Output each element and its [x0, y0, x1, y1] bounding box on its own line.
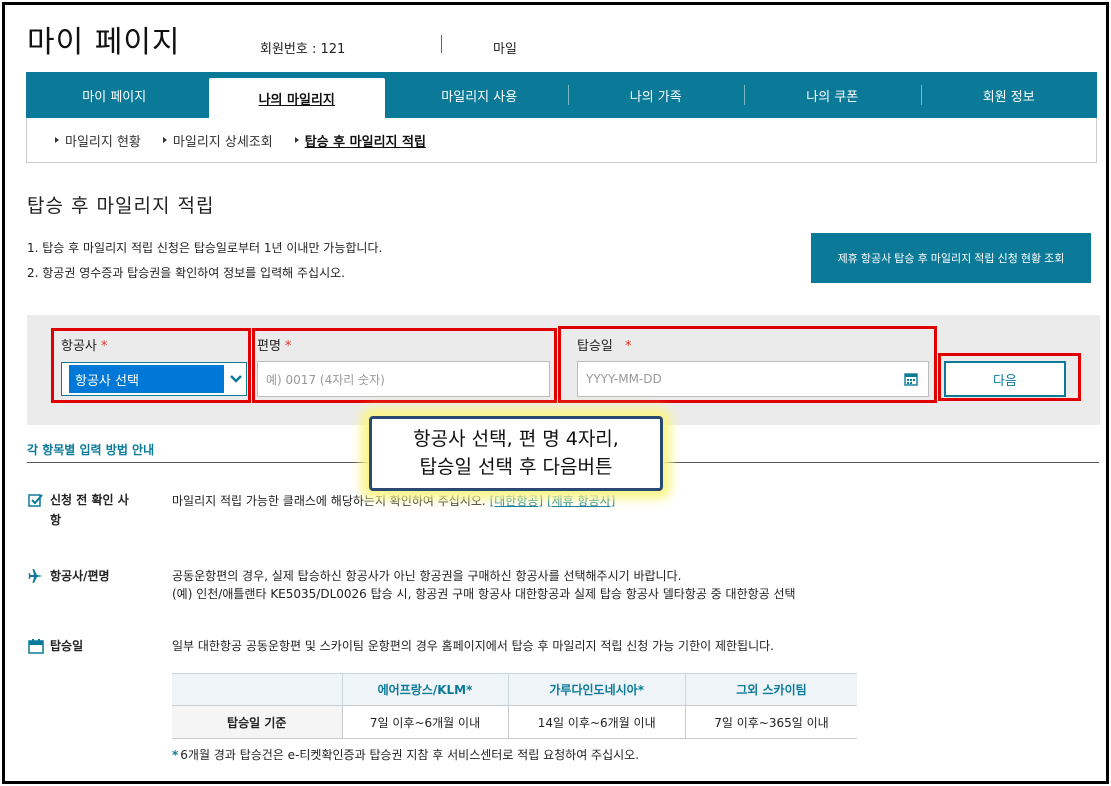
guide-head-precheck: 신청 전 확인 사 항	[50, 493, 129, 527]
guide-head-airline: 항공사/편명	[50, 569, 110, 583]
next-button[interactable]: 다음	[944, 361, 1066, 397]
guide-text-precheck: 마일리지 적립 가능한 클래스에 해당하는지 확인하여 주십시오. [대한항공]…	[172, 494, 616, 508]
boarding-date-label: 탑승일 *	[577, 339, 632, 354]
table-row-label: 탑승일 기준	[172, 705, 343, 739]
flight-label: 편명 *	[257, 339, 292, 354]
airline-select[interactable]: 항공사 선택	[61, 362, 247, 396]
guide-title: 각 항목별 입력 방법 안내	[27, 443, 155, 457]
tab-my-family[interactable]: 나의 가족	[567, 72, 745, 118]
table-header	[172, 673, 343, 706]
header-divider	[441, 35, 442, 53]
main-tabs: 마이 페이지 나의 마일리지 마일리지 사용 나의 가족 나의 쿠폰 회원 정보	[26, 72, 1097, 118]
mileage-label: 마일	[493, 42, 517, 57]
guide-text-date: 일부 대한항공 공동운항편 및 스카이팀 운항편의 경우 홈페이지에서 탑승 후…	[172, 639, 774, 653]
window-frame: 마이 페이지 회원번호 : 121 마일 마이 페이지 나의 마일리지 마일리지…	[2, 2, 1109, 784]
table-cell: 14일 이후~6개월 이내	[508, 705, 686, 739]
guide-text-airline: 공동운항편의 경우, 실제 탑승하신 항공사가 아닌 항공권을 구매하신 항공사…	[172, 569, 796, 601]
chevron-down-icon	[230, 375, 242, 383]
table-header: 에어프랑스/KLM*	[342, 673, 509, 706]
notice-list: 1. 탑승 후 마일리지 적립 신청은 탑승일로부터 1년 이내만 가능합니다.…	[27, 236, 382, 286]
calendar-icon[interactable]	[904, 372, 918, 386]
claim-period-table: 에어프랑스/KLM* 가루다인도네시아* 그외 스카이팀 탑승일 기준 7일 이…	[172, 673, 857, 739]
member-number: 회원번호 : 121	[260, 42, 346, 57]
tab-my-page[interactable]: 마이 페이지	[26, 72, 203, 118]
table-cell: 7일 이후~6개월 이내	[342, 705, 509, 739]
table-header: 그외 스카이팀	[685, 673, 857, 706]
page-title: 마이 페이지	[27, 25, 181, 60]
partner-airline-link[interactable]: [제휴 항공사]	[547, 494, 615, 508]
airplane-icon	[28, 569, 43, 583]
sub-navigation: 마일리지 현황 마일리지 상세조회 탑승 후 마일리지 적립	[26, 118, 1097, 163]
tab-member-info[interactable]: 회원 정보	[920, 72, 1098, 118]
table-header: 가루다인도네시아*	[508, 673, 686, 706]
subnav-mileage-detail[interactable]: 마일리지 상세조회	[162, 131, 273, 150]
checkbox-icon	[28, 494, 43, 507]
instruction-callout: 항공사 선택, 편 명 4자리, 탑승일 선택 후 다음버튼	[369, 416, 663, 491]
subnav-mileage-status[interactable]: 마일리지 현황	[55, 131, 141, 150]
calendar-icon	[28, 639, 44, 654]
tab-mileage-use[interactable]: 마일리지 사용	[391, 72, 568, 118]
tab-my-coupon[interactable]: 나의 쿠폰	[744, 72, 921, 118]
airline-label: 항공사 *	[61, 339, 108, 354]
table-header-row: 에어프랑스/KLM* 가루다인도네시아* 그외 스카이팀	[172, 673, 857, 706]
notice-item: 2. 항공권 영수증과 탑승권을 확인하여 정보를 입력해 주십시오.	[27, 266, 345, 280]
table-row: 탑승일 기준 7일 이후~6개월 이내 14일 이후~6개월 이내 7일 이후~…	[172, 705, 857, 739]
tab-my-mileage[interactable]: 나의 마일리지	[208, 78, 385, 118]
table-cell: 7일 이후~365일 이내	[685, 705, 857, 739]
arrow-right-icon	[162, 137, 167, 143]
arrow-right-icon	[294, 137, 299, 143]
notice-item: 1. 탑승 후 마일리지 적립 신청은 탑승일로부터 1년 이내만 가능합니다.	[27, 241, 383, 255]
flight-number-input[interactable]: 예) 0017 (4자리 숫자)	[257, 361, 550, 397]
subnav-retro-claim[interactable]: 탑승 후 마일리지 적립	[294, 131, 426, 150]
arrow-right-icon	[55, 137, 59, 143]
partner-claim-status-button[interactable]: 제휴 항공사 탑승 후 마일리지 적립 신청 현황 조회	[811, 233, 1091, 283]
footnote: * 6개월 경과 탑승건은 e-티켓확인증과 탑승권 지참 후 서비스센터로 적립…	[172, 748, 640, 762]
korean-air-link[interactable]: [대한항공]	[490, 494, 544, 508]
section-title: 탑승 후 마일리지 적립	[27, 195, 215, 217]
guide-head-date: 탑승일	[50, 639, 84, 653]
boarding-date-input[interactable]: YYYY-MM-DD	[577, 361, 929, 397]
